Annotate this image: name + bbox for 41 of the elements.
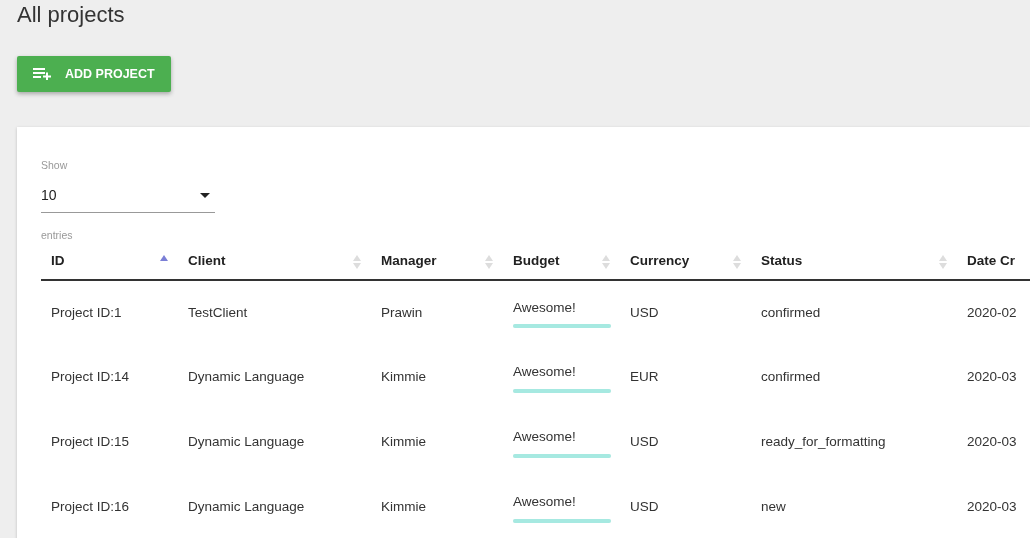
column-header[interactable]: Date Cr xyxy=(957,244,1030,280)
table-cell: Kimmie xyxy=(381,369,426,385)
column-header[interactable]: ID xyxy=(41,244,178,280)
table-cell: Dynamic Language xyxy=(188,499,305,515)
table-cell: ready_for_formatting xyxy=(761,434,886,450)
entries-select[interactable]: 10 xyxy=(41,178,215,213)
table-cell: USD xyxy=(630,499,659,515)
page-title: All projects xyxy=(17,1,125,29)
table-cell: new xyxy=(761,499,786,515)
table-cell: Project ID:14 xyxy=(51,369,130,385)
table-cell: 2020-02 xyxy=(967,304,1017,320)
table-cell: USD xyxy=(630,304,659,320)
budget-rating-label: Awesome! xyxy=(513,493,577,512)
table-cell: USD xyxy=(630,434,659,450)
table-cell: 2020-03 xyxy=(967,499,1017,515)
budget-rating-label: Awesome! xyxy=(513,428,577,447)
table-cell: Project ID:16 xyxy=(51,499,130,515)
table-cell: 2020-03 xyxy=(967,434,1017,450)
dropdown-caret-icon xyxy=(200,192,210,198)
table-cell: Prawin xyxy=(381,304,423,320)
table-cell: EUR xyxy=(630,369,659,385)
budget-rating-label: Awesome! xyxy=(513,363,577,382)
entries-label: entries xyxy=(41,227,73,243)
table-cell: confirmed xyxy=(761,304,821,320)
table-cell: 2020-03 xyxy=(967,369,1017,385)
column-header[interactable]: Client xyxy=(178,244,371,280)
table-cell: Kimmie xyxy=(381,499,426,515)
column-header[interactable]: Status xyxy=(751,244,957,280)
column-header[interactable]: Budget xyxy=(503,244,620,280)
column-header[interactable]: Currency xyxy=(620,244,751,280)
table-cell: Project ID:15 xyxy=(51,434,130,450)
table-cell: confirmed xyxy=(761,369,821,385)
column-header[interactable]: Manager xyxy=(371,244,503,280)
table-cell: TestClient xyxy=(188,304,248,320)
table-cell: Project ID:1 xyxy=(51,304,122,320)
table-cell: Dynamic Language xyxy=(188,434,305,450)
table-cell: Dynamic Language xyxy=(188,369,305,385)
budget-rating-label: Awesome! xyxy=(513,298,577,317)
table-cell: Kimmie xyxy=(381,434,426,450)
show-label: Show xyxy=(41,158,68,173)
add-list-icon xyxy=(33,68,51,80)
